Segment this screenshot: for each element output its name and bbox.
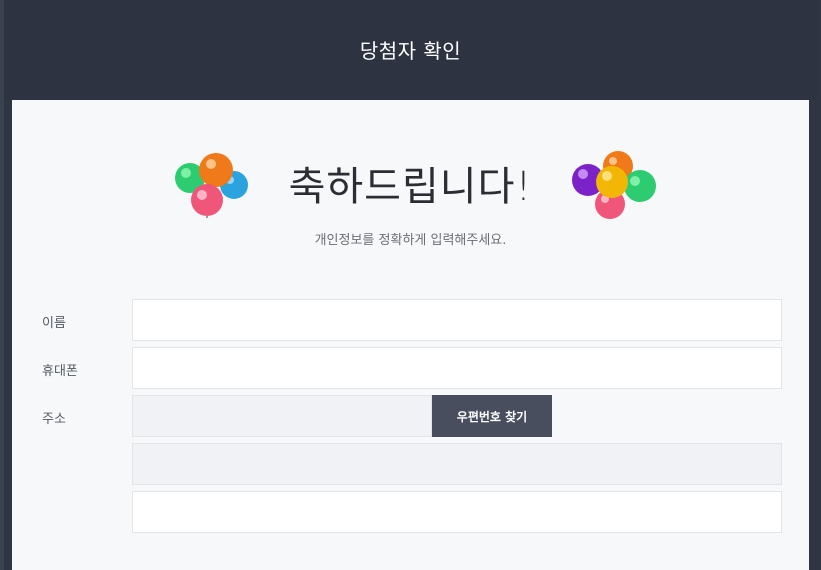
winner-confirm-modal: 당첨자 확인 축하드립니다! 개인정보를 정확하게 입력해주세요. 이름 휴대폰… — [0, 0, 821, 570]
zipcode-field — [132, 395, 432, 437]
congrats-hero: 축하드립니다! — [12, 144, 809, 224]
modal-body: 축하드립니다! 개인정보를 정확하게 입력해주세요. 이름 휴대폰 주소 우편번… — [12, 100, 809, 570]
address-label: 주소 — [42, 412, 66, 427]
name-label: 이름 — [42, 316, 66, 331]
modal-header: 당첨자 확인 — [4, 0, 817, 100]
modal-title: 당첨자 확인 — [359, 38, 462, 63]
address-field — [132, 443, 782, 485]
find-zipcode-button[interactable]: 우편번호 찾기 — [432, 395, 552, 437]
balloons-icon — [572, 151, 656, 219]
congrats-title: 축하드립니다! — [288, 164, 533, 210]
zipcode-input — [133, 396, 431, 436]
address-input — [133, 444, 781, 484]
name-field[interactable] — [132, 299, 782, 341]
name-input[interactable] — [133, 300, 781, 340]
phone-field[interactable] — [132, 347, 782, 389]
address-detail-field[interactable] — [132, 491, 782, 533]
form-instruction: 개인정보를 정확하게 입력해주세요. — [314, 233, 507, 248]
phone-input[interactable] — [133, 348, 781, 388]
phone-label: 휴대폰 — [42, 364, 78, 379]
address-detail-input[interactable] — [133, 492, 781, 532]
